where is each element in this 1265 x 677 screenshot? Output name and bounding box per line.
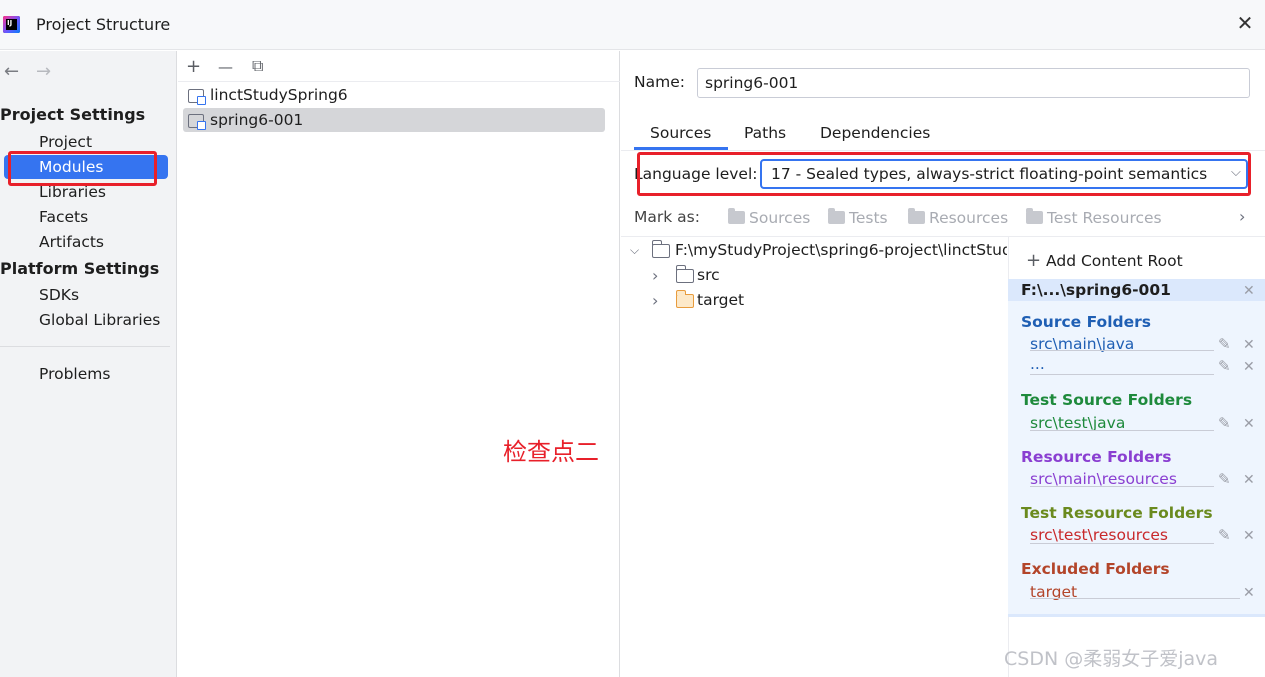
sidebar-item-facets[interactable]: Facets	[39, 208, 88, 226]
forward-arrow-icon[interactable]: →	[36, 61, 51, 82]
test-resource-folders-title: Test Resource Folders	[1021, 504, 1213, 522]
module-icon	[188, 89, 206, 105]
source-folder-entry[interactable]: ...	[1030, 355, 1045, 373]
entry-underline	[1030, 430, 1214, 431]
back-arrow-icon[interactable]: ←	[4, 61, 19, 82]
mark-as-tests-button[interactable]: Tests	[828, 208, 888, 227]
tab-dependencies[interactable]: Dependencies	[820, 124, 930, 142]
entry-underline	[1030, 598, 1240, 599]
mark-as-resources-label: Resources	[929, 209, 1009, 227]
add-icon[interactable]: +	[186, 56, 201, 77]
name-label: Name:	[634, 73, 685, 91]
add-icon: +	[1026, 250, 1042, 271]
mark-as-label: Mark as:	[634, 208, 700, 226]
tab-paths[interactable]: Paths	[744, 124, 786, 142]
module-item-linctstudyspring6[interactable]: linctStudySpring6	[210, 86, 348, 104]
highlight-box-language-level	[637, 152, 1251, 196]
sidebar-item-global-libraries[interactable]: Global Libraries	[39, 311, 160, 329]
module-list-panel	[178, 51, 620, 677]
mark-as-test-resources-button[interactable]: Test Resources	[1026, 208, 1162, 227]
folder-icon	[1026, 208, 1043, 224]
pencil-icon[interactable]: ✎	[1218, 526, 1231, 544]
content-root-path: F:\...\spring6-001	[1021, 281, 1171, 299]
title-bar	[0, 0, 1265, 50]
intellij-logo-icon: IJ	[3, 16, 20, 33]
annotation-text: 检查点二	[503, 438, 599, 466]
add-content-root-label: Add Content Root	[1046, 252, 1183, 270]
entry-underline	[1030, 486, 1214, 487]
module-item-spring6-001[interactable]: spring6-001	[210, 111, 303, 129]
entry-underline	[1030, 543, 1214, 544]
remove-icon[interactable]: —	[218, 58, 233, 76]
sidebar-item-project[interactable]: Project	[39, 133, 92, 151]
sidebar-divider	[0, 346, 170, 347]
resource-folders-title: Resource Folders	[1021, 448, 1172, 466]
sidebar-item-sdks[interactable]: SDKs	[39, 286, 79, 304]
remove-root-x-icon[interactable]: ✕	[1243, 283, 1255, 299]
tree-item-src[interactable]: src	[697, 266, 720, 284]
chevron-right-icon[interactable]: ›	[652, 291, 658, 310]
mark-as-test-resources-label: Test Resources	[1047, 209, 1162, 227]
mark-as-sources-label: Sources	[749, 209, 811, 227]
close-icon[interactable]: ✕	[1236, 13, 1254, 33]
folder-icon	[908, 208, 925, 224]
x-icon[interactable]: ✕	[1243, 359, 1255, 375]
pencil-icon[interactable]: ✎	[1218, 335, 1231, 353]
pencil-icon[interactable]: ✎	[1218, 357, 1231, 375]
chevron-right-icon[interactable]: ›	[652, 266, 658, 285]
test-resource-folder-entry[interactable]: src\test\resources	[1030, 526, 1168, 544]
tree-item-target[interactable]: target	[697, 291, 744, 309]
excluded-folders-title: Excluded Folders	[1021, 560, 1170, 578]
tab-sources[interactable]: Sources	[650, 124, 711, 142]
mark-as-tests-label: Tests	[849, 209, 888, 227]
platform-settings-header: Platform Settings	[0, 259, 160, 278]
chevron-right-icon[interactable]: ›	[1239, 207, 1245, 226]
module-name-input[interactable]	[697, 68, 1250, 98]
tree-root-path[interactable]: F:\myStudyProject\spring6-project\linctS…	[675, 241, 1007, 259]
x-icon[interactable]: ✕	[1243, 416, 1255, 432]
add-content-root-button[interactable]: + Add Content Root	[1026, 250, 1183, 271]
chevron-down-icon[interactable]: ⌵	[630, 243, 639, 258]
mark-as-sources-button[interactable]: Sources	[728, 208, 811, 227]
folder-icon	[675, 265, 694, 283]
folder-icon	[728, 208, 745, 224]
project-settings-header: Project Settings	[0, 105, 146, 124]
panel-bottom-border	[1008, 614, 1265, 617]
mark-as-resources-button[interactable]: Resources	[908, 208, 1009, 227]
highlight-box-modules	[8, 151, 157, 186]
watermark: CSDN @柔弱女子爱java	[1004, 648, 1219, 670]
window-title: Project Structure	[36, 15, 171, 34]
x-icon[interactable]: ✕	[1243, 585, 1255, 601]
entry-underline	[1030, 374, 1214, 375]
module-icon	[188, 114, 206, 130]
excluded-folder-icon	[675, 290, 694, 308]
x-icon[interactable]: ✕	[1243, 472, 1255, 488]
folder-icon	[828, 208, 845, 224]
toolbar-divider	[178, 81, 620, 82]
test-source-folders-title: Test Source Folders	[1021, 391, 1193, 409]
entry-underline	[1030, 350, 1214, 351]
folder-icon	[651, 240, 670, 258]
pencil-icon[interactable]: ✎	[1218, 414, 1231, 432]
sidebar-item-problems[interactable]: Problems	[39, 365, 110, 383]
tabs-divider	[621, 150, 1265, 151]
x-icon[interactable]: ✕	[1243, 337, 1255, 353]
copy-icon[interactable]: ⧉	[252, 56, 263, 76]
x-icon[interactable]: ✕	[1243, 528, 1255, 544]
source-folders-title: Source Folders	[1021, 313, 1151, 331]
active-tab-indicator	[634, 147, 728, 150]
pencil-icon[interactable]: ✎	[1218, 470, 1231, 488]
sidebar-item-artifacts[interactable]: Artifacts	[39, 233, 104, 251]
